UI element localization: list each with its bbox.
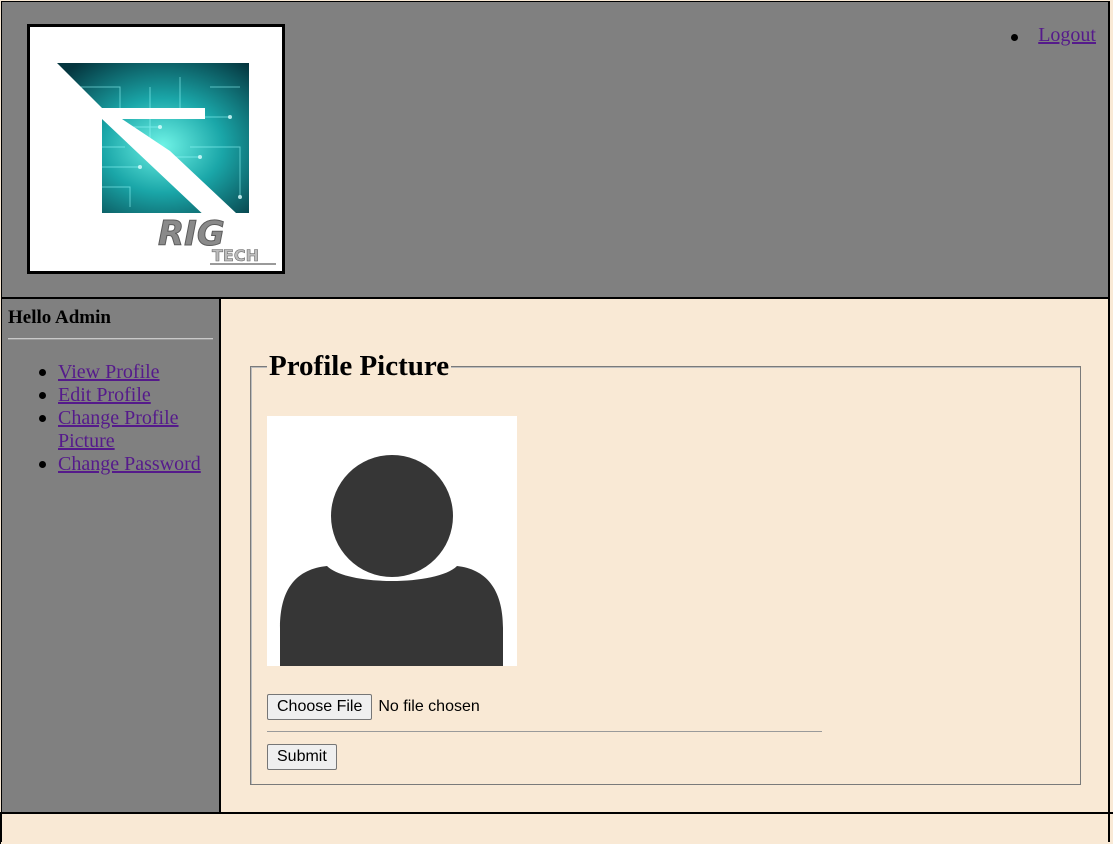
sidebar-item-change-password: Change Password: [39, 453, 218, 476]
top-nav: Logout: [1011, 24, 1096, 47]
site-logo[interactable]: RIG TECH: [27, 24, 285, 274]
logout-link[interactable]: Logout: [1038, 24, 1096, 46]
page-header: RIG TECH Logout: [1, 2, 1110, 299]
sidebar-divider: [8, 338, 213, 340]
edit-profile-link[interactable]: Edit Profile: [58, 384, 151, 406]
file-input: Choose File No file chosen: [267, 694, 480, 720]
profile-avatar: [267, 416, 517, 666]
choose-file-button[interactable]: Choose File: [267, 694, 373, 720]
sidebar-nav: View Profile Edit Profile Change Profile…: [39, 361, 218, 476]
form-divider: [267, 731, 822, 732]
greeting-text: Hello Admin: [8, 307, 111, 328]
change-profile-picture-link[interactable]: Change Profile Picture: [58, 407, 179, 452]
change-password-link[interactable]: Change Password: [58, 453, 201, 475]
file-status-text: No file chosen: [378, 698, 480, 715]
submit-button[interactable]: Submit: [267, 744, 337, 770]
sidebar-item-view-profile: View Profile: [39, 361, 218, 384]
sidebar-item-change-profile-picture: Change Profile Picture: [39, 407, 218, 453]
nav-item-logout: Logout: [1011, 24, 1096, 47]
fieldset-legend: Profile Picture: [267, 348, 452, 384]
view-profile-link[interactable]: View Profile: [58, 361, 160, 383]
footer-divider: [0, 812, 1113, 814]
rig-tech-logo-icon: RIG TECH: [57, 63, 276, 265]
logo-sub-text: TECH: [212, 246, 259, 265]
footer-left-border: [0, 812, 1, 844]
sidebar: Hello Admin View Profile Edit Profile Ch…: [1, 299, 221, 812]
sidebar-item-edit-profile: Edit Profile: [39, 384, 218, 407]
default-user-avatar-icon: [280, 455, 503, 666]
submit-wrap: Submit: [267, 744, 337, 770]
